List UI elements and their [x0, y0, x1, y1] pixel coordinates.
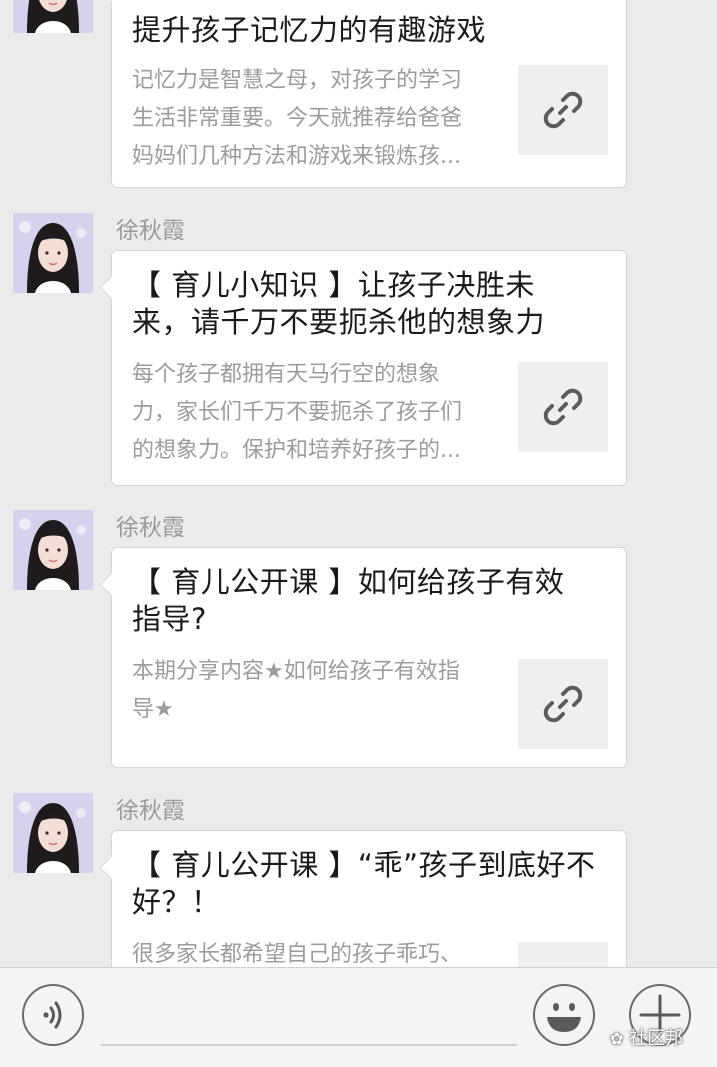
article-card[interactable]: 【 育儿小知识 】让孩子决胜未 来，请千万不要扼杀他的想象力 每个孩子都拥有天马…: [111, 250, 627, 486]
article-card[interactable]: 提升孩子记忆力的有趣游戏 记忆力是智慧之母，对孩子的学习 生活非常重要。今天就推…: [111, 0, 627, 188]
link-icon: [543, 388, 583, 426]
link-icon: [543, 91, 583, 129]
link-icon: [543, 685, 583, 723]
emoji-icon: [547, 1003, 581, 1032]
article-title: 【 育儿小知识 】让孩子决胜未 来，请千万不要扼杀他的想象力: [132, 268, 546, 339]
link-thumbnail: [518, 659, 608, 749]
article-description: 很多家长都希望自己的孩子乖巧、: [132, 942, 463, 967]
link-thumbnail: [518, 65, 608, 155]
sender-name: 徐秋霞: [116, 515, 185, 541]
link-thumbnail: [518, 362, 608, 452]
voice-button[interactable]: [22, 984, 84, 1046]
watermark: ✿ 社区邦: [610, 1028, 684, 1049]
message-input[interactable]: [101, 1044, 517, 1046]
sender-name: 徐秋霞: [116, 218, 185, 244]
article-description: 每个孩子都拥有天马行空的想象 力，家长们千万不要扼杀了孩子们 的想象力。保护和培…: [132, 362, 463, 463]
article-title: 【 育儿公开课 】“乖”孩子到底好不 好？！: [132, 848, 596, 919]
article-card[interactable]: 【 育儿公开课 】“乖”孩子到底好不 好？！ 很多家长都希望自己的孩子乖巧、: [111, 830, 627, 967]
link-thumbnail: [518, 942, 608, 967]
chat-history[interactable]: 提升孩子记忆力的有趣游戏 记忆力是智慧之母，对孩子的学习 生活非常重要。今天就推…: [0, 0, 717, 967]
article-description: 本期分享内容★如何给孩子有效指 导★: [132, 659, 460, 722]
article-description: 记忆力是智慧之母，对孩子的学习 生活非常重要。今天就推荐给爸爸 妈妈们几种方法和…: [132, 68, 463, 169]
emoji-button[interactable]: [533, 984, 595, 1046]
wechat-icon: ✿: [610, 1029, 624, 1048]
avatar[interactable]: [13, 510, 93, 590]
voice-icon: [43, 1001, 62, 1029]
avatar[interactable]: [13, 793, 93, 873]
chat-input-bar: ✿ 社区邦: [0, 967, 717, 1067]
article-title: 提升孩子记忆力的有趣游戏: [132, 13, 487, 47]
article-card[interactable]: 【 育儿公开课 】如何给孩子有效 指导? 本期分享内容★如何给孩子有效指 导★: [111, 547, 627, 768]
avatar[interactable]: [13, 213, 93, 293]
sender-name: 徐秋霞: [116, 798, 185, 824]
article-title: 【 育儿公开课 】如何给孩子有效 指导?: [132, 565, 565, 636]
avatar[interactable]: [13, 0, 93, 33]
